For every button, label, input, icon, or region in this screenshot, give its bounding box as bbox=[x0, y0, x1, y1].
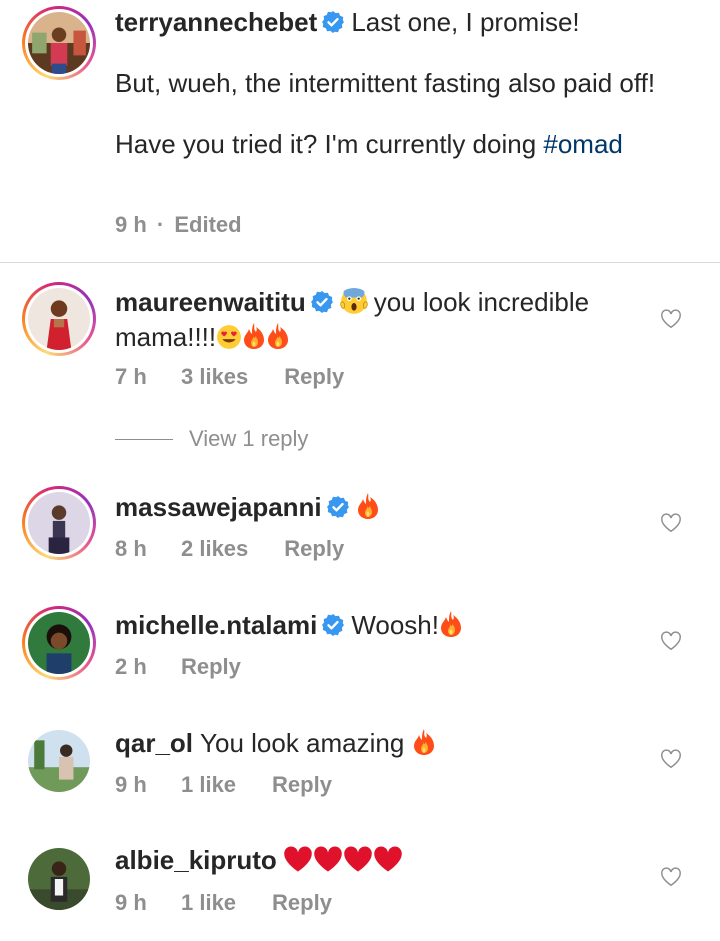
verified-badge-icon bbox=[310, 290, 334, 314]
comment-username[interactable]: massawejapanni bbox=[115, 492, 322, 522]
comment-avatar[interactable] bbox=[28, 848, 90, 910]
edited-label: Edited bbox=[174, 212, 242, 237]
red-heart-emoji-icon bbox=[283, 845, 313, 873]
fire-emoji-icon bbox=[356, 492, 380, 520]
like-heart-icon[interactable] bbox=[660, 866, 682, 888]
comment-meta: 9 h 1 like Reply bbox=[115, 890, 332, 916]
comment-meta: 9 h 1 like Reply bbox=[115, 772, 332, 798]
comment-avatar[interactable] bbox=[28, 730, 90, 792]
view-replies-label: View 1 reply bbox=[189, 426, 309, 451]
scream-emoji-icon bbox=[340, 287, 368, 315]
profile-photo bbox=[28, 12, 90, 74]
comment-username[interactable]: qar_ol bbox=[115, 728, 193, 758]
hashtag-link[interactable]: #omad bbox=[543, 129, 623, 159]
comment-username[interactable]: albie_kipruto bbox=[115, 845, 277, 875]
verified-badge-icon bbox=[326, 495, 350, 519]
comment-time: 9 h bbox=[115, 772, 147, 797]
comment-text: qar_ol You look amazing bbox=[115, 726, 620, 761]
comment-meta: 7 h 3 likes Reply bbox=[115, 364, 344, 390]
reply-button[interactable]: Reply bbox=[181, 654, 241, 680]
comment-text: massawejapanni bbox=[115, 490, 620, 525]
fire-emoji-icon bbox=[412, 728, 436, 756]
like-heart-icon[interactable] bbox=[660, 630, 682, 652]
profile-photo bbox=[28, 848, 90, 910]
reply-button[interactable]: Reply bbox=[272, 890, 332, 916]
comment-time: 7 h bbox=[115, 364, 147, 389]
view-replies-button[interactable]: View 1 reply bbox=[115, 426, 308, 452]
comment-body: You look amazing bbox=[200, 728, 412, 758]
comment-body: Woosh! bbox=[351, 610, 439, 640]
likes-count[interactable]: 1 like bbox=[181, 772, 236, 798]
fire-emoji-icon bbox=[439, 610, 463, 638]
profile-photo bbox=[28, 730, 90, 792]
red-heart-emoji-icon bbox=[373, 845, 403, 873]
caption-avatar[interactable] bbox=[22, 6, 96, 80]
caption-text: terryannechebet Last one, I promise! But,… bbox=[115, 5, 660, 162]
comment-time: 2 h bbox=[115, 654, 147, 679]
likes-count[interactable]: 2 likes bbox=[181, 536, 248, 562]
comment-avatar[interactable] bbox=[22, 282, 96, 356]
comment-meta: 2 h Reply bbox=[115, 654, 241, 680]
meta-separator: · bbox=[156, 212, 165, 237]
comment-meta: 8 h 2 likes Reply bbox=[115, 536, 344, 562]
verified-badge-icon bbox=[321, 613, 345, 637]
profile-photo bbox=[28, 492, 90, 554]
comment-text: albie_kipruto bbox=[115, 843, 620, 878]
heart-eyes-emoji-icon bbox=[216, 324, 242, 350]
like-heart-icon[interactable] bbox=[660, 512, 682, 534]
profile-photo bbox=[28, 612, 90, 674]
fire-emoji-icon bbox=[266, 322, 290, 350]
divider bbox=[0, 262, 720, 263]
likes-count[interactable]: 1 like bbox=[181, 890, 236, 916]
likes-count[interactable]: 3 likes bbox=[181, 364, 248, 390]
comment-avatar[interactable] bbox=[22, 606, 96, 680]
reply-button[interactable]: Reply bbox=[284, 536, 344, 562]
caption-line2: But, wueh, the intermittent fasting also… bbox=[115, 68, 656, 98]
caption-username[interactable]: terryannechebet bbox=[115, 7, 317, 37]
reply-button[interactable]: Reply bbox=[272, 772, 332, 798]
caption-meta: 9 h · Edited bbox=[115, 212, 242, 238]
caption-line1: Last one, I promise! bbox=[351, 7, 580, 37]
like-heart-icon[interactable] bbox=[660, 308, 682, 330]
like-heart-icon[interactable] bbox=[660, 748, 682, 770]
comment-time: 8 h bbox=[115, 536, 147, 561]
comment-text: maureenwaititu you look incredible mama!!… bbox=[115, 285, 620, 355]
profile-photo bbox=[28, 288, 90, 350]
caption-line3: Have you tried it? I'm currently doing #… bbox=[115, 127, 660, 162]
fire-emoji-icon bbox=[242, 322, 266, 350]
comment-username[interactable]: maureenwaititu bbox=[115, 287, 306, 317]
comment-text: michelle.ntalami Woosh! bbox=[115, 608, 620, 643]
red-heart-emoji-icon bbox=[313, 845, 343, 873]
reply-button[interactable]: Reply bbox=[284, 364, 344, 390]
comment-time: 9 h bbox=[115, 890, 147, 915]
view-replies-line bbox=[115, 438, 173, 440]
caption-line3-text: Have you tried it? I'm currently doing bbox=[115, 129, 544, 159]
caption-time: 9 h bbox=[115, 212, 147, 237]
verified-badge-icon bbox=[321, 10, 345, 34]
comment-username[interactable]: michelle.ntalami bbox=[115, 610, 317, 640]
comment-avatar[interactable] bbox=[22, 486, 96, 560]
red-heart-emoji-icon bbox=[343, 845, 373, 873]
